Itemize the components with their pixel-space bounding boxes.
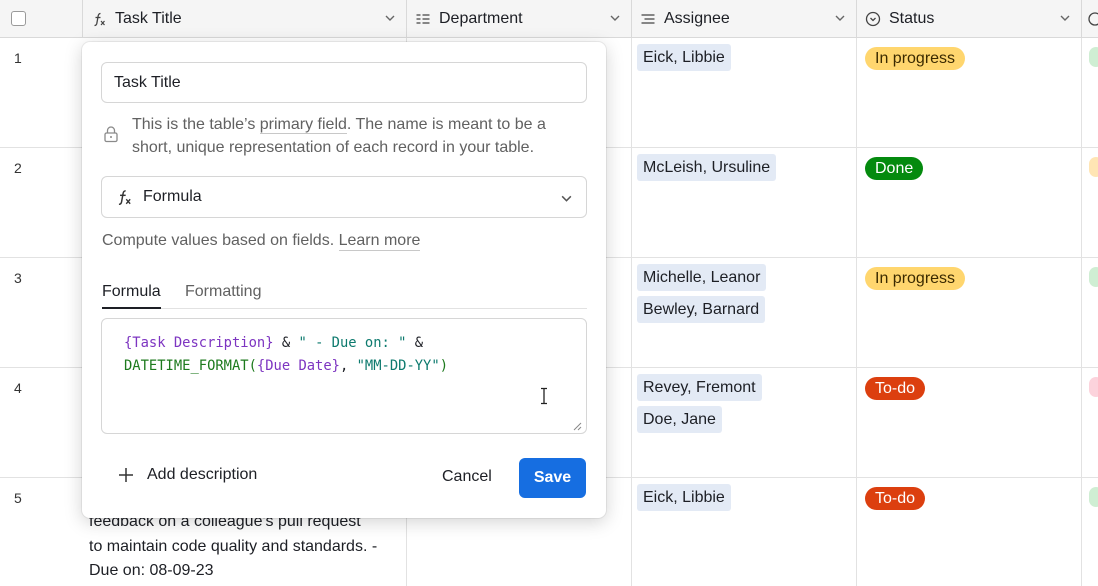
info-text-part: This is the table’s xyxy=(132,116,260,133)
learn-more-link[interactable]: Learn more xyxy=(338,232,421,251)
tab-formatting[interactable]: Formatting xyxy=(185,282,261,309)
column-label: Status xyxy=(889,9,935,27)
column-header-department[interactable]: Department xyxy=(407,0,632,37)
field-editor-popover: This is the table’s primary field. The n… xyxy=(82,42,606,518)
lock-icon xyxy=(104,126,118,143)
chevron-down-icon[interactable] xyxy=(834,12,846,24)
task-title-cell[interactable]: feedback on a colleague's pull request t… xyxy=(89,510,389,584)
chevron-down-icon[interactable] xyxy=(384,12,396,24)
user-list-icon xyxy=(640,11,656,27)
status-badge[interactable]: Done xyxy=(865,157,924,180)
select-all-cell xyxy=(0,0,83,37)
assignee-chip[interactable]: Eick, Libbie xyxy=(637,484,731,511)
column-label: Department xyxy=(439,9,523,27)
formula-token: {Due Date} xyxy=(256,358,340,374)
editor-tabs: Formula Formatting xyxy=(102,282,587,309)
primary-field-info: This is the table’s primary field. The n… xyxy=(102,113,588,159)
info-text: This is the table’s primary field. The n… xyxy=(132,113,588,159)
column-label: Assignee xyxy=(664,9,730,27)
field-type-select[interactable]: Formula xyxy=(101,176,587,218)
formula-icon xyxy=(114,187,134,207)
row-number: 2 xyxy=(14,160,22,176)
column-divider xyxy=(1081,38,1082,586)
plus-icon xyxy=(119,468,133,482)
row-number: 4 xyxy=(14,380,22,396)
next-column-badge xyxy=(1089,487,1098,507)
resize-handle-icon[interactable] xyxy=(573,422,582,431)
add-description-label: Add description xyxy=(147,466,258,483)
column-label: Task Title xyxy=(115,9,182,27)
grid-header: Task Title Department Assignee Status xyxy=(0,0,1098,38)
formula-editor[interactable]: {Task Description} & " - Due on: " & DAT… xyxy=(101,318,587,434)
next-column-badge xyxy=(1089,377,1098,397)
column-divider xyxy=(856,38,857,586)
assignee-chip[interactable]: Eick, Libbie xyxy=(637,44,731,71)
field-name-input[interactable] xyxy=(101,62,587,103)
add-description-button[interactable]: Add description xyxy=(118,466,257,484)
chevron-down-icon xyxy=(561,195,572,202)
formula-icon xyxy=(91,11,107,27)
formula-token: " - Due on: " xyxy=(298,335,407,351)
column-header-next[interactable] xyxy=(1082,0,1098,37)
column-header-task-title[interactable]: Task Title xyxy=(83,0,407,37)
tab-formula[interactable]: Formula xyxy=(102,282,161,309)
column-header-status[interactable]: Status xyxy=(857,0,1082,37)
assignee-chip[interactable]: Doe, Jane xyxy=(637,406,722,433)
cancel-button[interactable]: Cancel xyxy=(430,457,504,497)
status-icon xyxy=(865,11,881,27)
task-title-line: Due on: 08-09-23 xyxy=(89,562,214,579)
assignee-chip[interactable]: McLeish, Ursuline xyxy=(637,154,777,181)
column-header-assignee[interactable]: Assignee xyxy=(632,0,857,37)
chevron-down-icon[interactable] xyxy=(609,12,621,24)
column-divider xyxy=(631,38,632,586)
formula-token: "MM-DD-YY" xyxy=(356,358,440,374)
save-button[interactable]: Save xyxy=(519,458,586,498)
chevron-down-icon[interactable] xyxy=(1059,12,1071,24)
formula-token: {Task Description} xyxy=(124,335,274,351)
row-number: 5 xyxy=(14,490,22,506)
list-icon xyxy=(415,11,431,27)
field-type-label: Formula xyxy=(143,188,202,205)
assignee-chip[interactable]: Bewley, Barnard xyxy=(637,296,766,323)
assignee-chip[interactable]: Michelle, Leanor xyxy=(637,264,767,291)
clock-icon xyxy=(1088,11,1098,26)
status-badge[interactable]: In progress xyxy=(865,267,966,290)
text-cursor-icon xyxy=(541,387,547,405)
compute-help-text: Compute values based on fields. Learn mo… xyxy=(102,232,421,251)
next-column-badge xyxy=(1089,267,1098,287)
formula-token: & xyxy=(273,335,299,351)
status-badge[interactable]: In progress xyxy=(865,47,966,70)
formula-token: & xyxy=(406,335,424,351)
select-all-checkbox[interactable] xyxy=(11,11,26,26)
assignee-chip[interactable]: Revey, Fremont xyxy=(637,374,762,401)
status-badge[interactable]: To-do xyxy=(865,487,926,510)
compute-text: Compute values based on fields. xyxy=(102,232,339,249)
row-number: 1 xyxy=(14,50,22,66)
next-column-badge xyxy=(1089,157,1098,177)
primary-field-link[interactable]: primary field xyxy=(259,116,347,134)
next-column-badge xyxy=(1089,47,1098,67)
formula-token: ) xyxy=(439,358,448,374)
formula-token: , xyxy=(339,358,357,374)
task-title-line: to maintain code quality and standards. … xyxy=(89,537,378,555)
formula-token: DATETIME_FORMAT( xyxy=(124,358,257,374)
status-badge[interactable]: To-do xyxy=(865,377,926,400)
row-number: 3 xyxy=(14,270,22,286)
